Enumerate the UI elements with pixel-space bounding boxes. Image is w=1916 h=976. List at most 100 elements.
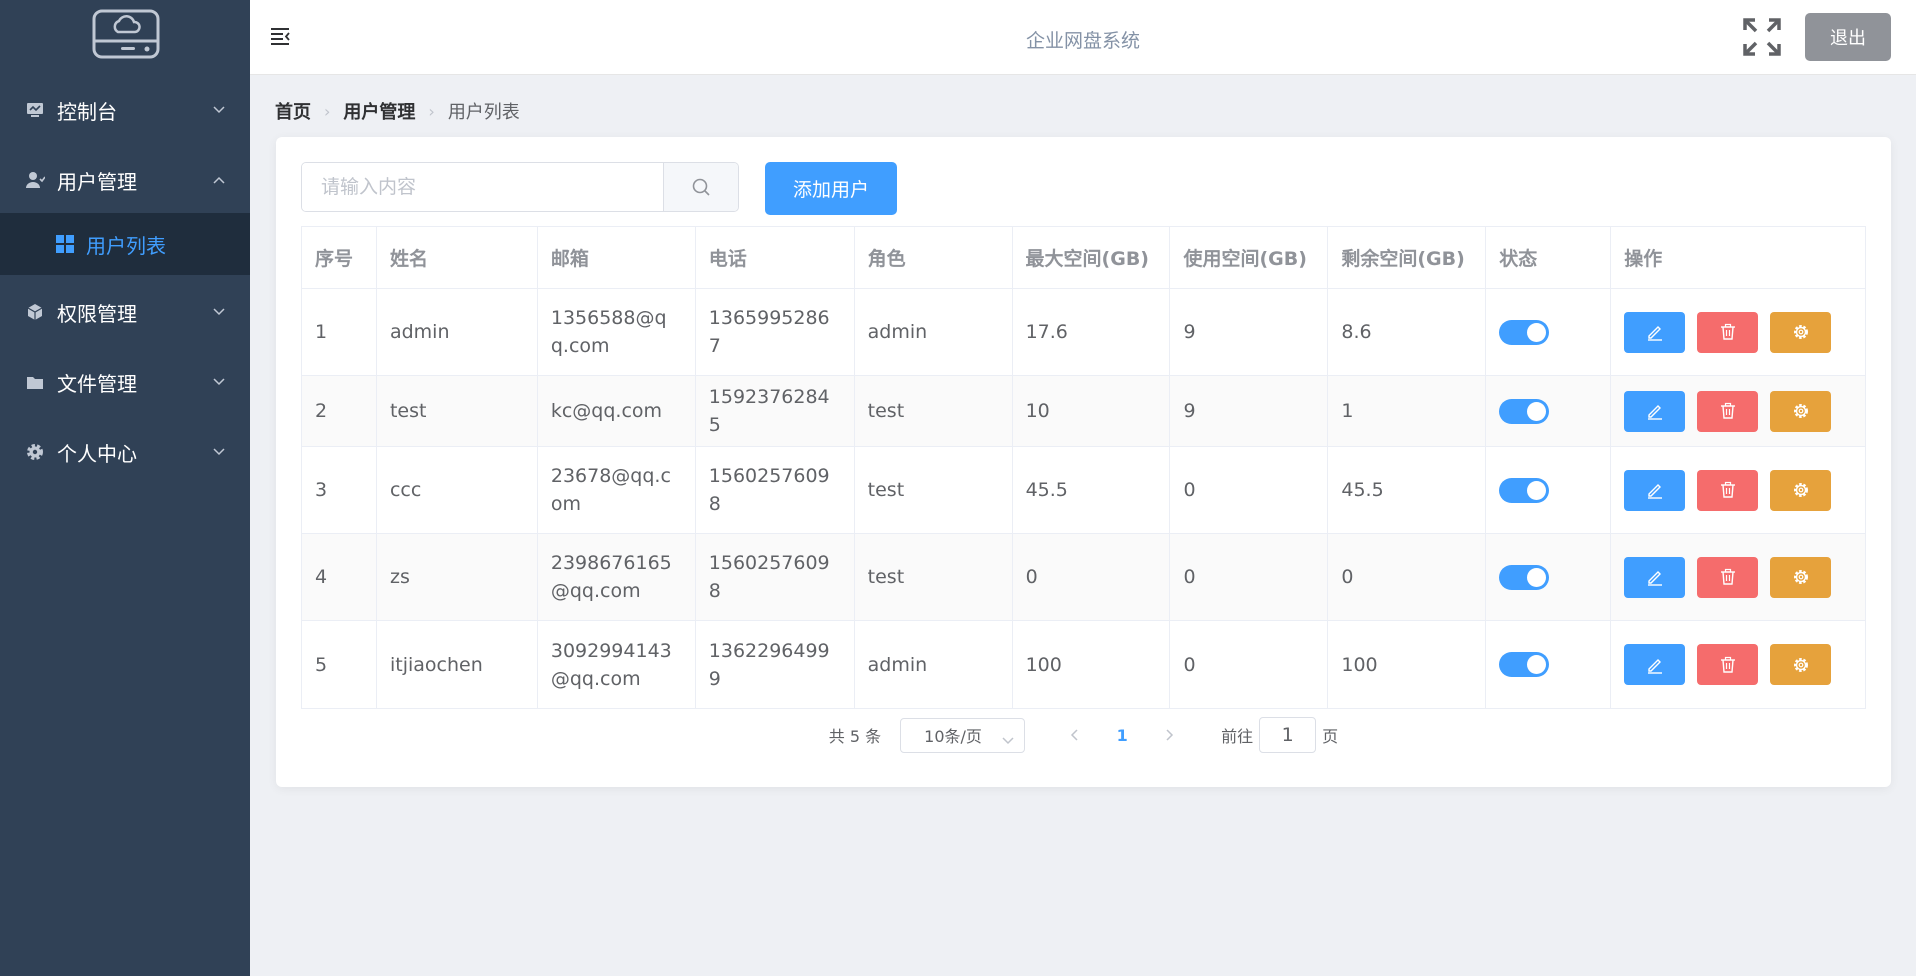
- column-header: 姓名: [377, 227, 538, 288]
- edit-icon: [1646, 402, 1664, 420]
- column-header: 剩余空间(GB): [1328, 227, 1487, 288]
- table-row: 1 admin 1356588@qq.com 13659952867 admin 17.6…: [302, 289, 1865, 376]
- delete-button[interactable]: [1697, 556, 1759, 598]
- edit-button[interactable]: [1624, 644, 1686, 685]
- sidebar-item-label: 用户管理: [57, 169, 137, 194]
- cube-icon: [25, 302, 45, 322]
- cell-email: 1356588@qq.com: [538, 289, 696, 375]
- sidebar-item-file-management[interactable]: 文件管理: [0, 356, 250, 408]
- page-number[interactable]: 1: [1098, 726, 1146, 745]
- cell-max-space: 0: [1013, 534, 1171, 620]
- add-user-button[interactable]: 添加用户: [765, 162, 897, 215]
- table-row: 5 itjiaochen 3092994143@qq.com 13622964999 a…: [302, 621, 1865, 708]
- delete-button[interactable]: [1697, 644, 1759, 685]
- edit-button[interactable]: [1624, 469, 1686, 511]
- page-jump-input[interactable]: [1259, 717, 1317, 753]
- edit-button[interactable]: [1624, 390, 1686, 432]
- search-button[interactable]: [663, 163, 738, 211]
- toggle-knob: [1527, 322, 1547, 342]
- table-row: 4 zs 2398676165@qq.com 15602576098 test 0 0 0: [302, 534, 1865, 621]
- toggle-knob: [1527, 655, 1547, 674]
- cell-used-space: 0: [1170, 447, 1329, 533]
- search-group: [301, 162, 739, 212]
- cell-role: admin: [855, 621, 1013, 708]
- settings-button[interactable]: [1770, 556, 1832, 598]
- status-toggle[interactable]: [1499, 564, 1550, 590]
- chevron-down-icon: [212, 103, 226, 117]
- fullscreen-icon[interactable]: [1743, 18, 1781, 56]
- settings-button[interactable]: [1770, 644, 1832, 685]
- column-header: 使用空间(GB): [1170, 227, 1329, 288]
- sidebar-item-user-management[interactable]: 用户管理: [0, 154, 250, 206]
- delete-button[interactable]: [1697, 390, 1759, 432]
- table-row: 3 ccc 23678@qq.com 15602576098 test 45.5 0 45.5: [302, 447, 1865, 534]
- status-toggle[interactable]: [1499, 652, 1550, 677]
- sidebar-item-console[interactable]: 控制台: [0, 84, 250, 136]
- search-input[interactable]: [302, 163, 663, 211]
- user-table: 序号 姓名 邮箱 电话 角色 最大空间(GB) 使用空间(GB) 剩余空间(GB…: [301, 226, 1866, 709]
- cell-email: 23678@qq.com: [538, 447, 696, 533]
- sidebar-item-permission-management[interactable]: 权限管理: [0, 286, 250, 338]
- cell-index: 2: [302, 376, 377, 446]
- chevron-down-icon: [212, 375, 226, 389]
- chevron-down-icon: [1002, 730, 1014, 749]
- page-size-select[interactable]: 10条/页: [900, 717, 1026, 753]
- column-header: 邮箱: [538, 227, 696, 288]
- edit-icon: [1646, 568, 1664, 586]
- top-header: 企业网盘系统 退出: [250, 0, 1916, 75]
- cell-max-space: 100: [1013, 621, 1171, 708]
- cell-index: 5: [302, 621, 377, 708]
- table-body: 1 admin 1356588@qq.com 13659952867 admin 17.6…: [302, 289, 1865, 708]
- breadcrumb-user-list: 用户列表: [447, 102, 520, 123]
- gear-icon: [1792, 323, 1810, 341]
- breadcrumb-user-management[interactable]: 用户管理: [343, 98, 415, 124]
- cell-index: 4: [302, 534, 377, 620]
- edit-button[interactable]: [1624, 311, 1686, 353]
- cell-remaining-space: 45.5: [1328, 447, 1487, 533]
- trash-icon: [1719, 323, 1737, 341]
- cell-used-space: 0: [1170, 534, 1329, 620]
- folder-icon: [25, 372, 45, 392]
- cell-phone: 15602576098: [696, 534, 855, 620]
- cell-used-space: 9: [1170, 376, 1329, 446]
- column-header: 状态: [1486, 227, 1612, 288]
- page-size-label: 10条/页: [924, 727, 982, 746]
- status-toggle[interactable]: [1499, 477, 1550, 503]
- chevron-right-icon: ›: [428, 101, 435, 121]
- status-toggle[interactable]: [1499, 319, 1550, 345]
- logout-button[interactable]: 退出: [1805, 13, 1891, 61]
- toggle-knob: [1527, 567, 1547, 587]
- next-page-button[interactable]: [1146, 729, 1194, 741]
- user-icon: [25, 170, 45, 190]
- monitor-icon: [25, 100, 45, 120]
- edit-button[interactable]: [1624, 556, 1686, 598]
- settings-button[interactable]: [1770, 469, 1832, 511]
- chevron-right-icon: ›: [324, 101, 331, 121]
- chevron-right-icon: [1166, 729, 1174, 741]
- total-count: 共 5 条: [828, 727, 882, 746]
- gear-icon: [25, 442, 45, 462]
- cell-name: zs: [377, 534, 538, 620]
- breadcrumb-home[interactable]: 首页: [275, 98, 311, 124]
- chevron-up-icon: [212, 173, 226, 187]
- cell-email: 3092994143@qq.com: [538, 621, 696, 708]
- sidebar-subitem-user-list[interactable]: 用户列表: [0, 213, 250, 275]
- cell-phone: 13659952867: [696, 289, 855, 375]
- gear-icon: [1792, 568, 1810, 586]
- gear-icon: [1792, 402, 1810, 420]
- pagination: 共 5 条 10条/页 1 前往 页: [276, 717, 1891, 753]
- goto-label: 前往: [1221, 727, 1254, 746]
- cell-actions: [1611, 376, 1865, 446]
- cell-actions: [1611, 447, 1865, 533]
- prev-page-button[interactable]: [1050, 729, 1098, 741]
- delete-button[interactable]: [1697, 469, 1759, 511]
- settings-button[interactable]: [1770, 390, 1832, 432]
- trash-icon: [1719, 568, 1737, 586]
- status-toggle[interactable]: [1499, 398, 1550, 424]
- toggle-knob: [1527, 401, 1547, 421]
- sidebar-item-personal-center[interactable]: 个人中心: [0, 426, 250, 478]
- settings-button[interactable]: [1770, 311, 1832, 353]
- toggle-knob: [1527, 480, 1547, 500]
- cell-max-space: 45.5: [1013, 447, 1171, 533]
- delete-button[interactable]: [1697, 311, 1759, 353]
